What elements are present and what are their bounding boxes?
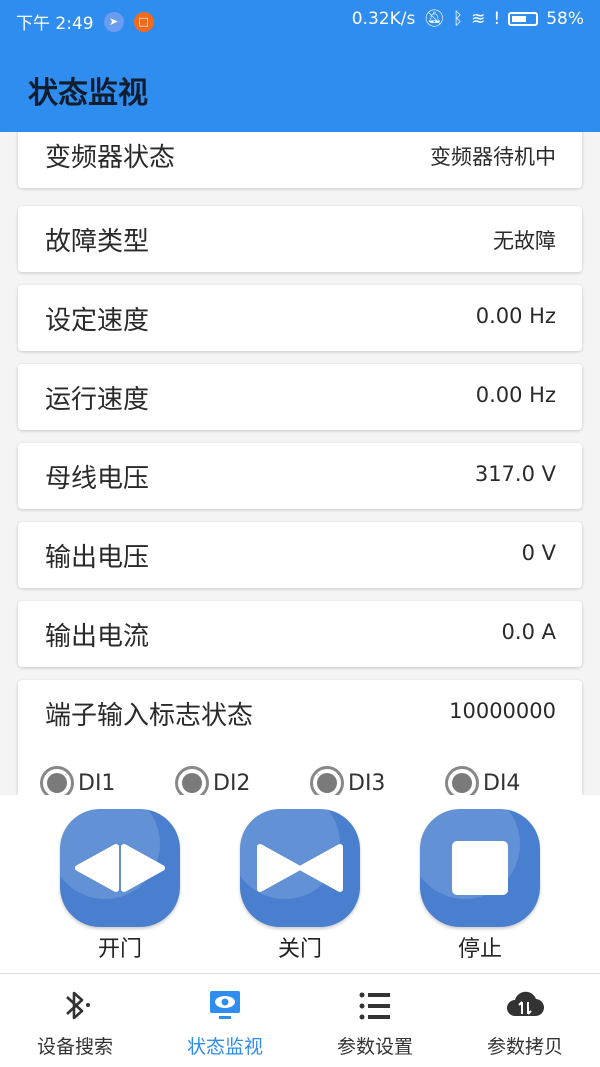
- status-row-fault-type: 故障类型 无故障: [18, 206, 582, 272]
- nav-status-monitor[interactable]: 状态监视: [150, 974, 300, 1067]
- radio-indicator-icon: [445, 766, 479, 795]
- stop-label: 停止: [457, 937, 502, 962]
- wifi-icon: ≋: [471, 9, 486, 29]
- bottom-navigation: 设备搜索 状态监视 参数设置 参数拷贝: [0, 973, 600, 1067]
- row-label: 输出电流: [45, 622, 150, 652]
- door-controls: 开门 关门 停止: [0, 795, 600, 973]
- status-list[interactable]: 变频器状态 变频器待机中 故障类型 无故障 设定速度 0.00 Hz 运行速度 …: [0, 132, 600, 795]
- open-arrows-icon: [75, 844, 165, 892]
- di-label: DI4: [483, 770, 521, 796]
- nav-label: 状态监视: [186, 1036, 263, 1058]
- status-row-set-speed: 设定速度 0.00 Hz: [18, 285, 582, 351]
- status-row-inverter-state: 变频器状态 变频器待机中: [18, 132, 582, 188]
- nav-parameter-copy[interactable]: 参数拷贝: [450, 974, 600, 1067]
- radio-indicator-icon: [40, 766, 74, 795]
- open-door-control[interactable]: 开门: [60, 809, 180, 963]
- di-indicator: DI1: [40, 766, 175, 795]
- status-bar: 下午 2:49 ➤ □ 0.32K/s 🔕︎ ᛒ ≋ ! 58%: [0, 0, 600, 40]
- mute-icon: 🔕︎: [423, 9, 445, 29]
- close-door-label: 关门: [277, 937, 322, 962]
- status-row-output-voltage: 输出电压 0 V: [18, 522, 582, 588]
- row-label: 设定速度: [45, 306, 150, 336]
- nav-label: 设备搜索: [36, 1036, 113, 1058]
- row-value: 317.0 V: [474, 462, 556, 486]
- battery-percent: 58%: [546, 9, 584, 29]
- status-row-run-speed: 运行速度 0.00 Hz: [18, 364, 582, 430]
- stop-button[interactable]: [420, 809, 540, 927]
- radio-indicator-icon: [310, 766, 344, 795]
- bluetooth-status-icon: ᛒ: [452, 9, 464, 29]
- close-arrows-icon: [257, 844, 343, 892]
- close-door-button[interactable]: [240, 809, 360, 927]
- status-row-terminal-input: 端子输入标志状态 10000000 DI1 DI2 DI3 DI4: [18, 680, 582, 795]
- row-label: 输出电压: [45, 543, 150, 573]
- row-value: 变频器待机中: [430, 145, 556, 169]
- open-door-label: 开门: [97, 937, 142, 962]
- row-label: 运行速度: [45, 385, 150, 415]
- nav-parameter-settings[interactable]: 参数设置: [300, 974, 450, 1067]
- page-title: 状态监视: [28, 76, 148, 111]
- row-value: 无故障: [493, 229, 556, 253]
- row-value: 0.0 A: [501, 620, 556, 644]
- bluetooth-icon: [66, 991, 90, 1020]
- di-label: DI1: [78, 770, 116, 796]
- row-value: 0.00 Hz: [475, 383, 556, 407]
- di-label: DI3: [348, 770, 386, 796]
- row-label: 故障类型: [45, 227, 150, 257]
- app-notification-icon: □: [133, 11, 154, 32]
- row-label: 端子输入标志状态: [45, 701, 254, 731]
- row-label: 母线电压: [45, 464, 150, 494]
- app-bar: 状态监视: [0, 40, 600, 132]
- di-indicator-row: DI1 DI2 DI3 DI4: [40, 766, 580, 795]
- nav-label: 参数设置: [336, 1036, 413, 1058]
- nav-device-search[interactable]: 设备搜索: [0, 974, 150, 1067]
- nav-label: 参数拷贝: [486, 1036, 563, 1058]
- monitor-eye-icon: [210, 991, 240, 1019]
- row-value: 0.00 Hz: [475, 304, 556, 328]
- network-speed: 0.32K/s: [351, 9, 416, 29]
- battery-icon: [508, 12, 539, 26]
- di-indicator: DI3: [310, 766, 445, 795]
- di-indicator: DI4: [445, 766, 580, 795]
- di-label: DI2: [213, 770, 251, 796]
- sim-alert-icon: !: [493, 9, 501, 29]
- row-label: 变频器状态: [45, 143, 176, 173]
- status-row-output-current: 输出电流 0.0 A: [18, 601, 582, 667]
- row-value: 10000000: [449, 699, 556, 723]
- di-indicator: DI2: [175, 766, 310, 795]
- list-icon: [359, 992, 390, 1020]
- cloud-transfer-icon: [507, 991, 545, 1017]
- status-row-bus-voltage: 母线电压 317.0 V: [18, 443, 582, 509]
- row-value: 0 V: [521, 541, 556, 565]
- radio-indicator-icon: [175, 766, 209, 795]
- open-door-button[interactable]: [60, 809, 180, 927]
- location-icon: ➤: [103, 11, 124, 32]
- close-door-control[interactable]: 关门: [240, 809, 360, 963]
- stop-square-icon: [452, 841, 508, 895]
- status-time: 下午 2:49: [16, 14, 94, 34]
- stop-control[interactable]: 停止: [420, 809, 540, 963]
